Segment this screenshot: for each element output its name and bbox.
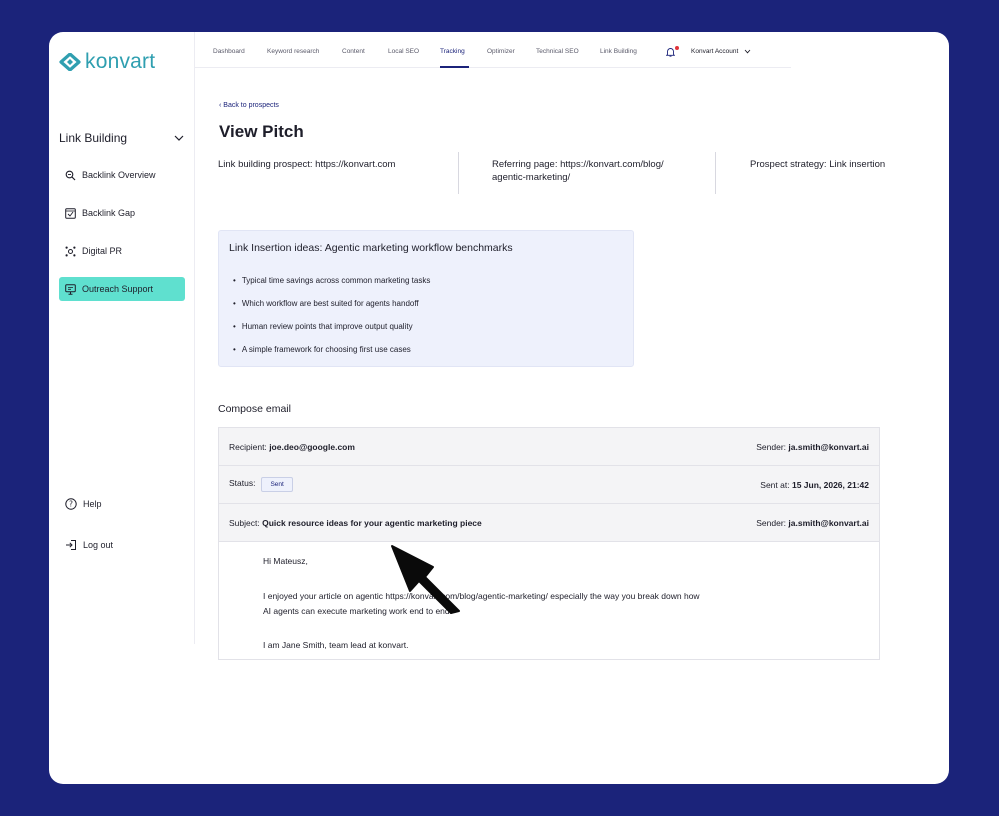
- status-label: Status:: [229, 478, 256, 488]
- recipient-value: joe.deo@google.com: [269, 441, 355, 452]
- status-field: Status: Sent: [229, 477, 293, 492]
- divider: [715, 152, 716, 194]
- page-title: View Pitch: [219, 122, 304, 141]
- sent-at-label: Sent at:: [760, 479, 790, 490]
- subject-value: Quick resource ideas for your agentic ma…: [262, 517, 482, 528]
- active-tab-indicator: [440, 66, 469, 68]
- notification-dot: [675, 46, 679, 50]
- bell-icon[interactable]: [666, 47, 675, 57]
- tab-content[interactable]: Content: [342, 48, 365, 55]
- divider: [458, 152, 459, 194]
- bullet: •: [233, 322, 236, 331]
- sidebar-section-link-building[interactable]: Link Building: [59, 131, 184, 145]
- prospect-strategy-info: Prospect strategy: Link insertion: [750, 159, 886, 170]
- sent-at-field: Sent at: 15 Jun, 2026, 21:42: [760, 480, 869, 490]
- mouse-cursor-icon: [391, 545, 460, 614]
- recipient-field: Recipient: joe.deo@google.com: [229, 442, 355, 452]
- logo[interactable]: konvart: [59, 50, 155, 74]
- help-label: Help: [83, 499, 102, 509]
- list-item: • A simple framework for choosing first u…: [233, 345, 430, 368]
- bullet: •: [233, 276, 236, 285]
- idea-text: Which workflow are best suited for agent…: [241, 299, 419, 308]
- sidebar-item-label: Digital PR: [82, 246, 123, 256]
- subject-field: Subject: Quick resource ideas for your a…: [229, 518, 482, 528]
- tab-optimizer[interactable]: Optimizer: [487, 48, 515, 55]
- digital-pr-icon: [65, 246, 76, 256]
- compose-email-title: Compose email: [218, 403, 291, 415]
- sender-label: Sender:: [756, 441, 787, 452]
- sender-value: ja.smith@konvart.ai: [788, 441, 869, 452]
- ideas-title: Link Insertion ideas: Agentic marketing …: [229, 242, 513, 254]
- idea-text: Human review points that improve output …: [241, 322, 413, 331]
- sidebar-item-label: Outreach Support: [82, 284, 154, 294]
- referring-page-line: agentic-marketing/: [492, 172, 571, 183]
- sidebar-help[interactable]: ? Help: [59, 492, 185, 516]
- email-body-line: I am Jane Smith, team lead at konvart.: [263, 640, 409, 650]
- chevron-down-icon: [745, 49, 751, 54]
- app-window: konvart Link Building Backlink Overview …: [49, 32, 949, 784]
- sent-at-value: 15 Jun, 2026, 21:42: [791, 479, 869, 490]
- email-recipient-row: Recipient: joe.deo@google.com Sender: ja…: [219, 428, 879, 466]
- tab-keyword-research[interactable]: Keyword research: [267, 48, 319, 55]
- sidebar-item-digital-pr[interactable]: Digital PR: [59, 239, 185, 263]
- sidebar-section-label: Link Building: [59, 131, 128, 145]
- back-link-label: Back to prospects: [223, 102, 279, 109]
- top-navigation: Dashboard Keyword research Content Local…: [195, 32, 791, 68]
- sender-field: Sender: ja.smith@konvart.ai: [756, 442, 869, 452]
- tab-technical-seo[interactable]: Technical SEO: [536, 48, 579, 55]
- bullet: •: [233, 299, 236, 308]
- list-item: • Typical time savings across common mark…: [233, 276, 430, 299]
- email-subject-row: Subject: Quick resource ideas for your a…: [219, 504, 879, 542]
- referring-page-line: Referring page: https://konvart.com/blog…: [492, 159, 664, 170]
- chevron-down-icon: [174, 135, 184, 141]
- idea-text: Typical time savings across common marke…: [241, 276, 431, 285]
- email-body-line: I enjoyed your article on agentic https:…: [263, 591, 700, 601]
- subject-label: Subject:: [229, 517, 260, 528]
- idea-text: A simple framework for choosing first us…: [241, 345, 411, 354]
- email-status-row: Status: Sent Sent at: 15 Jun, 2026, 21:42: [219, 466, 879, 504]
- logout-icon: [66, 540, 76, 550]
- sidebar-item-backlink-gap[interactable]: Backlink Gap: [59, 201, 185, 225]
- ideas-list: • Typical time savings across common mark…: [233, 276, 430, 368]
- sidebar-item-label: Backlink Overview: [82, 170, 156, 180]
- recipient-label: Recipient:: [229, 441, 267, 452]
- sidebar-logout[interactable]: Log out: [59, 533, 185, 557]
- list-item: • Which workflow are best suited for agen…: [233, 299, 430, 322]
- account-label: Konvart Account: [691, 48, 739, 55]
- tab-link-building[interactable]: Link Building: [600, 48, 637, 55]
- outreach-support-icon: [65, 283, 76, 295]
- logout-label: Log out: [83, 540, 114, 550]
- account-menu[interactable]: Konvart Account: [691, 48, 751, 55]
- bullet: •: [233, 345, 236, 354]
- sender-label: Sender:: [756, 517, 787, 528]
- logo-text: konvart: [85, 50, 156, 73]
- back-to-prospects-link[interactable]: ‹ Back to prospects: [219, 102, 279, 109]
- link-insertion-ideas-card: Link Insertion ideas: Agentic marketing …: [218, 230, 634, 367]
- status-badge: Sent: [261, 477, 293, 492]
- svg-text:?: ?: [69, 500, 73, 509]
- email-greeting: Hi Mateusz,: [263, 556, 308, 566]
- backlink-overview-icon: [65, 170, 76, 180]
- email-panel: Recipient: joe.deo@google.com Sender: ja…: [218, 427, 880, 660]
- backlink-gap-icon: [65, 207, 76, 219]
- sidebar: konvart Link Building Backlink Overview …: [49, 32, 195, 644]
- tab-tracking[interactable]: Tracking: [440, 48, 465, 55]
- prospect-info: Link building prospect: https://konvart.…: [218, 159, 396, 170]
- sidebar-item-backlink-overview[interactable]: Backlink Overview: [59, 163, 185, 187]
- tab-dashboard[interactable]: Dashboard: [213, 48, 245, 55]
- help-icon: ?: [65, 498, 77, 510]
- sender-field: Sender: ja.smith@konvart.ai: [756, 518, 869, 528]
- sidebar-item-label: Backlink Gap: [82, 208, 136, 218]
- sender-value: ja.smith@konvart.ai: [788, 517, 869, 528]
- logo-icon: [59, 53, 81, 71]
- sidebar-item-outreach-support[interactable]: Outreach Support: [59, 277, 185, 301]
- referring-page-info: Referring page: https://konvart.com/blog…: [492, 158, 664, 184]
- tab-local-seo[interactable]: Local SEO: [388, 48, 419, 55]
- list-item: • Human review points that improve output…: [233, 322, 430, 345]
